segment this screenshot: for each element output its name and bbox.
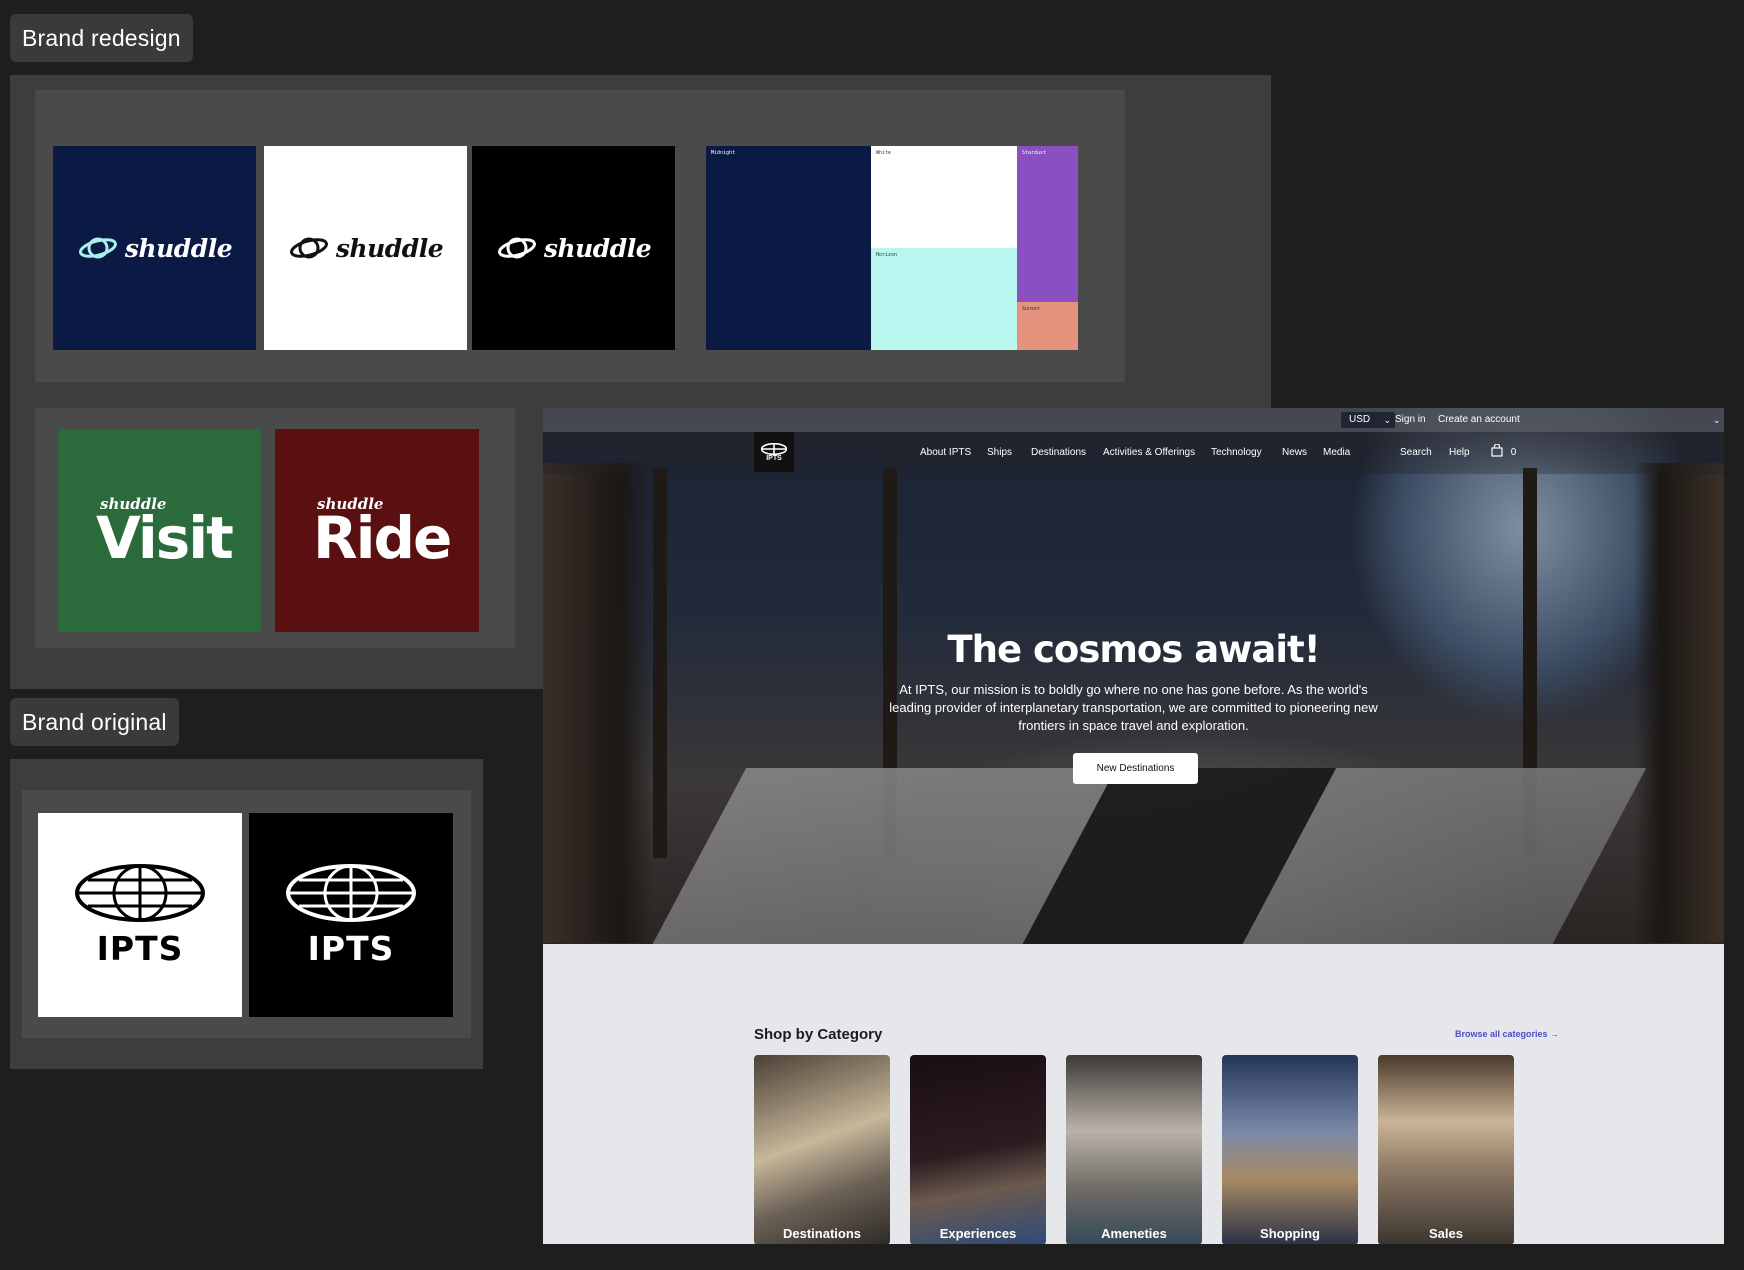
nav-ships[interactable]: Ships <box>987 432 1012 474</box>
swatch-midnight: Midnight <box>706 146 871 350</box>
shop-by-category-title: Shop by Category <box>754 1026 883 1043</box>
currency-value: USD <box>1349 414 1371 425</box>
nav-technology[interactable]: Technology <box>1211 432 1262 474</box>
swatch-stardust: Stardust <box>1017 146 1078 302</box>
planet-icon <box>497 237 536 259</box>
cart-count: 0 <box>1510 447 1517 458</box>
hero-description: At IPTS, our mission is to boldly go whe… <box>889 682 1378 733</box>
cart-button[interactable]: 0 <box>1491 432 1516 474</box>
section-label-original[interactable]: Brand original <box>10 698 179 746</box>
sign-in-link[interactable]: Sign in <box>1395 408 1426 432</box>
subbrand-ride-card[interactable]: shuddle Ride <box>275 429 479 632</box>
section-label-redesign[interactable]: Brand redesign <box>10 14 193 62</box>
planet-icon <box>289 237 328 259</box>
chevron-down-icon: ⌄ <box>1383 415 1391 425</box>
swatch-white: White <box>871 146 1017 248</box>
category-label: Ameneties <box>1101 1226 1167 1241</box>
nav-news[interactable]: News <box>1282 432 1307 474</box>
swatch-horizon: Horizon <box>871 248 1017 350</box>
subbrand-title: Visit <box>96 503 234 572</box>
subbrand-title: Ride <box>313 503 452 572</box>
shopping-bag-icon <box>1491 443 1503 457</box>
website-mockup[interactable]: USD ⌄ Sign in Create an account ⌄ IPTS A… <box>543 408 1724 1244</box>
ipts-logo-white[interactable]: IPTS <box>38 813 242 1017</box>
top-utility-bar: USD ⌄ Sign in Create an account ⌄ <box>543 408 1724 432</box>
swatch-label: Horizon <box>876 252 898 258</box>
nav-help[interactable]: Help <box>1449 432 1470 474</box>
subbrand-visit-card[interactable]: shuddle Visit <box>58 429 261 632</box>
category-label: Experiences <box>939 1226 1017 1241</box>
nav-search[interactable]: Search <box>1400 432 1432 474</box>
curtain-right <box>1634 463 1724 943</box>
nav-destinations[interactable]: Destinations <box>1031 432 1086 474</box>
shuddle-logo-white[interactable]: shuddle <box>264 146 467 350</box>
shuddle-logo-navy[interactable]: shuddle <box>53 146 256 350</box>
swatch-label: Stardust <box>1022 150 1047 156</box>
category-label: Sales <box>1429 1226 1463 1241</box>
ipts-wordmark: IPTS <box>96 928 184 968</box>
swatch-label: Sunset <box>1022 306 1041 312</box>
globe-icon <box>286 863 416 922</box>
shuddle-wordmark: shuddle <box>335 233 444 263</box>
category-card-experiences[interactable]: Experiences <box>910 1055 1046 1244</box>
ipts-nav-logo[interactable]: IPTS <box>754 432 794 472</box>
planet-icon <box>78 237 117 259</box>
shuddle-logo-black[interactable]: shuddle <box>472 146 675 350</box>
swatch-sunset: Sunset <box>1017 302 1078 350</box>
browse-all-categories-link[interactable]: Browse all categories → <box>1413 1029 1559 1039</box>
hero-title: The cosmos await! <box>947 628 1320 671</box>
new-destinations-button[interactable]: New Destinations <box>1073 753 1198 784</box>
category-label: Shopping <box>1260 1226 1320 1241</box>
main-nav: IPTS About IPTS Ships Destinations Activ… <box>543 432 1724 474</box>
category-card-ameneties[interactable]: Ameneties <box>1066 1055 1202 1244</box>
currency-select[interactable]: USD ⌄ <box>1341 412 1395 428</box>
color-palette[interactable]: Midnight White Horizon Stardust Sunset <box>706 146 1078 350</box>
category-card-shopping[interactable]: Shopping <box>1222 1055 1358 1244</box>
ipts-wordmark: IPTS <box>307 928 395 968</box>
category-label: Destinations <box>782 1226 861 1241</box>
globe-icon <box>761 442 787 455</box>
shuddle-wordmark: shuddle <box>124 233 233 263</box>
nav-media[interactable]: Media <box>1323 432 1350 474</box>
category-card-destinations[interactable]: Destinations <box>754 1055 890 1244</box>
swatch-label: Midnight <box>711 150 736 156</box>
category-card-sales[interactable]: Sales <box>1378 1055 1514 1244</box>
nav-logo-text: IPTS <box>766 454 782 462</box>
hero-section: USD ⌄ Sign in Create an account ⌄ IPTS A… <box>543 408 1724 944</box>
create-account-link[interactable]: Create an account <box>1438 408 1520 432</box>
swatch-label: White <box>876 150 892 156</box>
shuddle-wordmark: shuddle <box>543 233 652 263</box>
chevron-down-icon[interactable]: ⌄ <box>1713 408 1721 432</box>
globe-icon <box>75 863 205 922</box>
ipts-logo-black[interactable]: IPTS <box>249 813 453 1017</box>
curtain-left <box>543 463 653 943</box>
nav-about[interactable]: About IPTS <box>920 432 971 474</box>
nav-activities[interactable]: Activities & Offerings <box>1103 432 1195 474</box>
